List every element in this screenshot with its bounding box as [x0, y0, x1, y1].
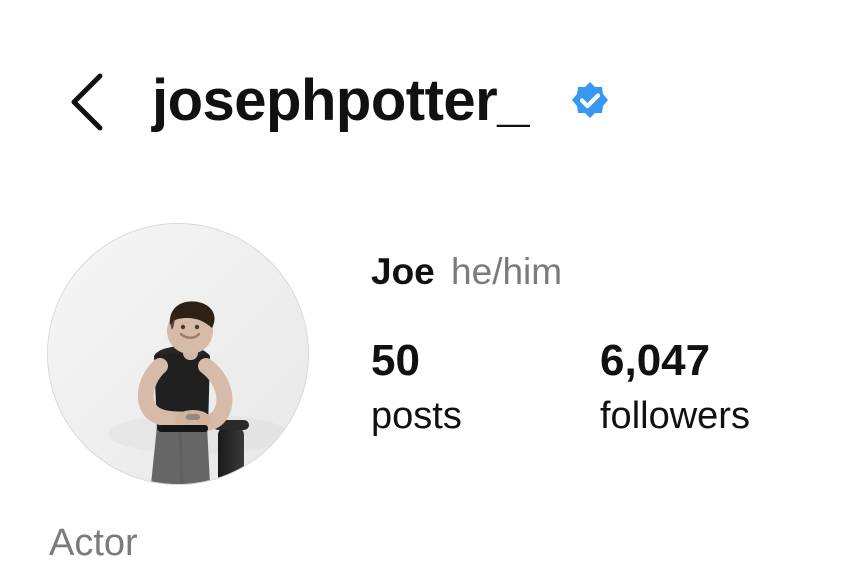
- posts-label: posts: [371, 395, 462, 437]
- followers-label: followers: [600, 395, 750, 437]
- posts-stat[interactable]: 50 posts: [371, 334, 462, 438]
- avatar[interactable]: [48, 224, 308, 484]
- followers-stat[interactable]: 6,047 followers: [600, 334, 750, 438]
- profile-category: Actor: [49, 522, 138, 564]
- posts-count: 50: [371, 336, 420, 385]
- pronouns: he/him: [451, 251, 563, 292]
- profile-username: josephpotter_: [152, 68, 530, 133]
- verified-badge-icon: [572, 82, 608, 118]
- profile-name-row: Joe he/him: [371, 250, 562, 294]
- display-name: Joe: [371, 251, 435, 292]
- chevron-left-icon: [71, 73, 103, 131]
- back-button[interactable]: [58, 70, 114, 134]
- profile-header: josephpotter_: [0, 0, 850, 190]
- followers-count: 6,047: [600, 336, 711, 385]
